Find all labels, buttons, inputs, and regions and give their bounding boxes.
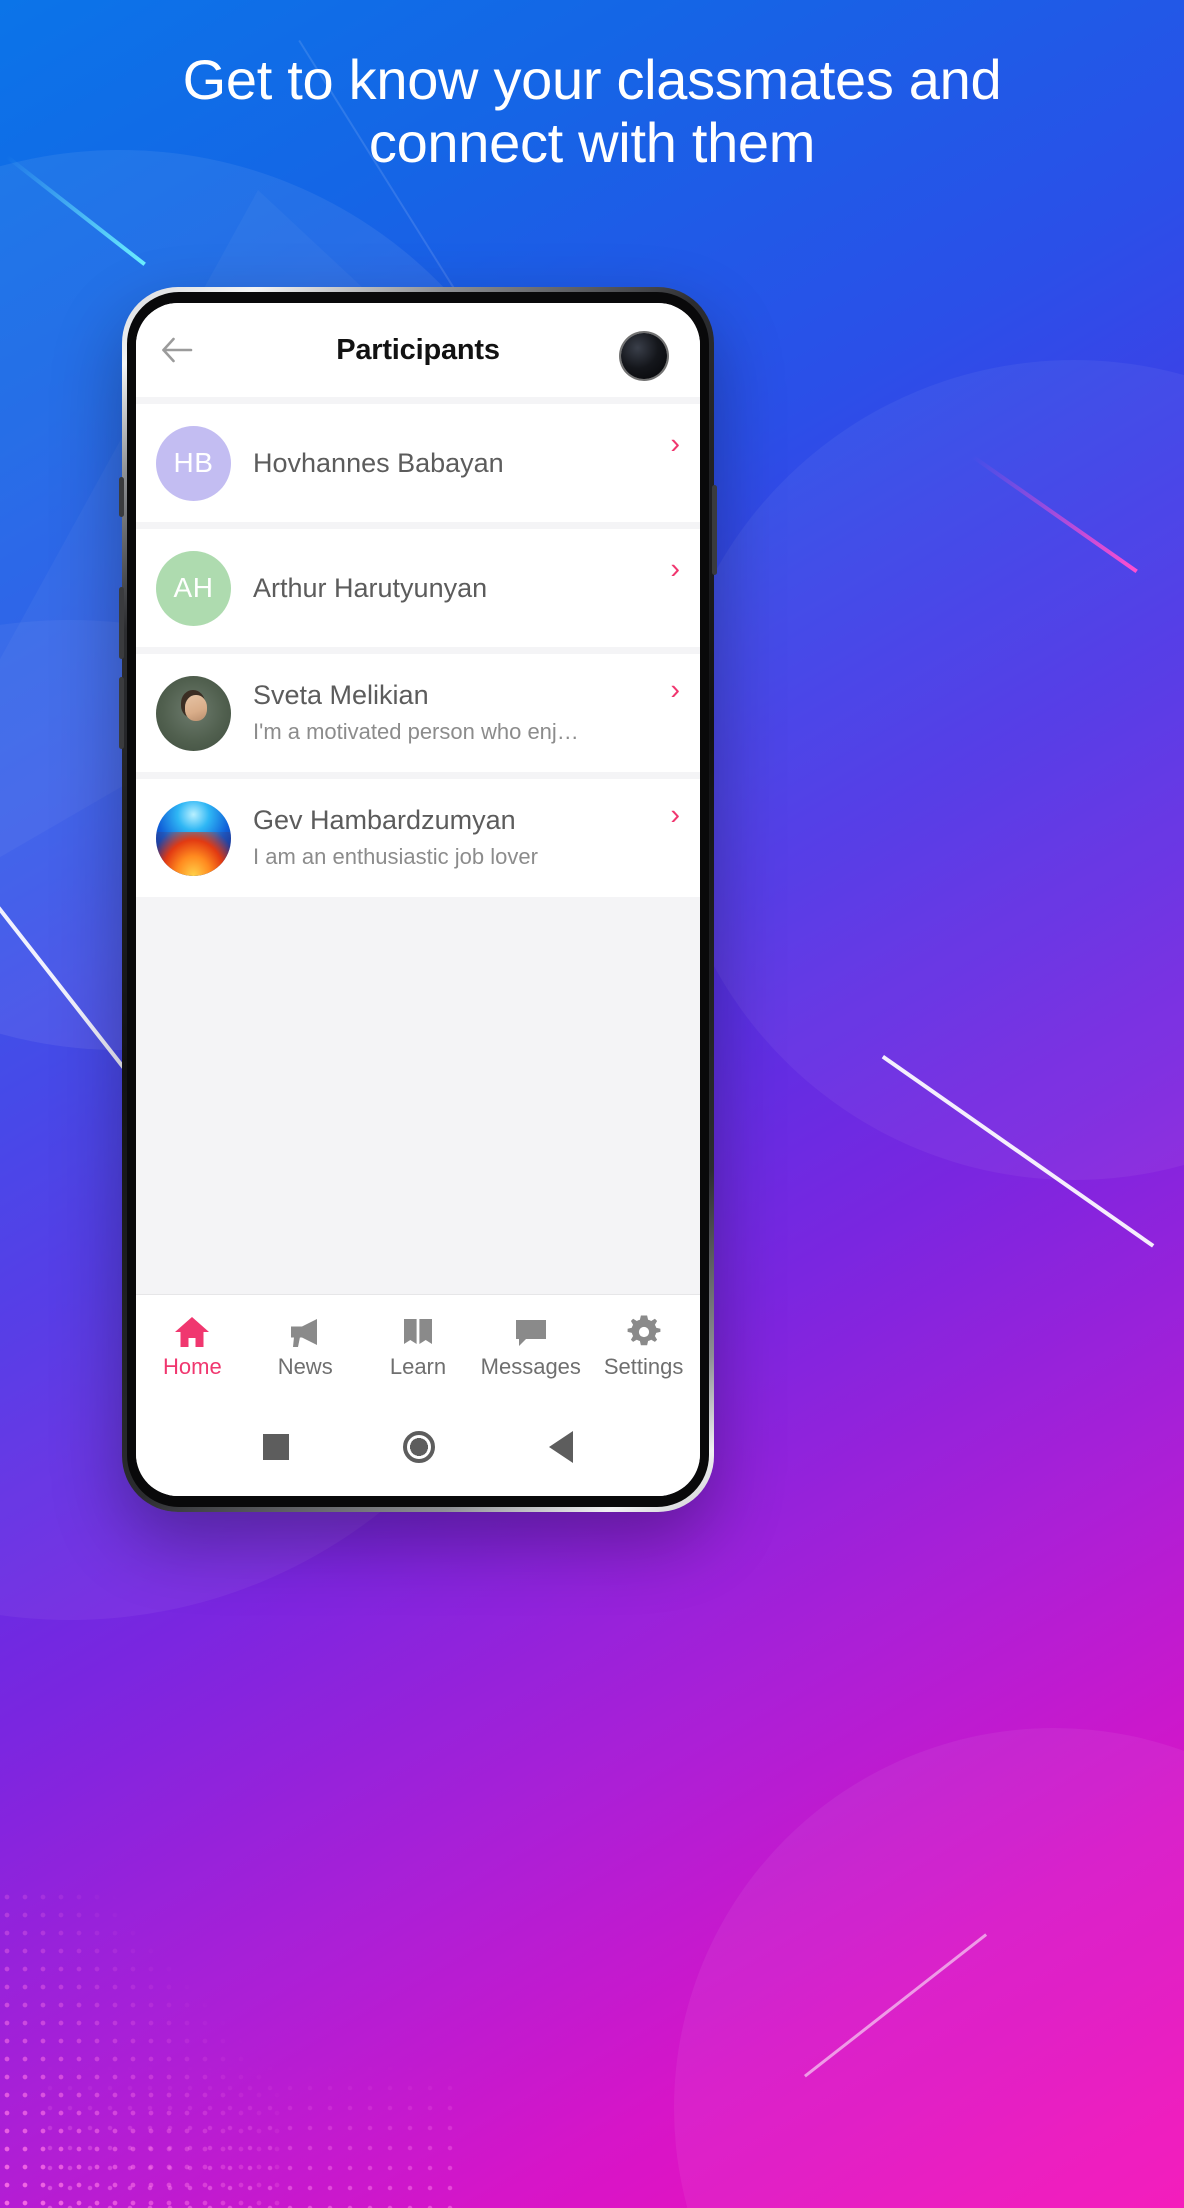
recents-square-icon [263, 1434, 289, 1460]
app-header: Participants [136, 303, 700, 397]
participant-subtitle: I am an enthusiastic job lover [253, 844, 538, 870]
megaphone-icon [287, 1315, 323, 1349]
promo-headline: Get to know your classmates and connect … [182, 48, 1002, 175]
nav-item-learn[interactable]: Learn [362, 1315, 475, 1378]
chat-icon [513, 1315, 549, 1349]
nav-label: Home [163, 1354, 222, 1379]
android-system-bar [136, 1398, 700, 1496]
list-item-text: Arthur Harutyunyan [253, 571, 678, 606]
bottom-navigation: Home News Learn Messages Settings [136, 1294, 700, 1398]
chevron-right-icon[interactable]: › [670, 801, 680, 830]
phone-button-volume-up[interactable] [119, 587, 124, 659]
back-button-system[interactable] [549, 1431, 573, 1463]
avatar: HB [156, 425, 231, 501]
nav-item-messages[interactable]: Messages [474, 1315, 587, 1378]
bg-streak-white-2 [881, 1055, 1155, 1248]
phone-bezel: Participants HB Hovhannes Babayan › AH A… [127, 292, 709, 1507]
promo-stage: Get to know your classmates and connect … [0, 0, 1184, 2208]
avatar [156, 675, 231, 751]
home-circle-icon [403, 1431, 435, 1463]
participant-name: Hovhannes Babayan [253, 447, 504, 478]
nav-label: Messages [480, 1354, 581, 1379]
bg-streak-white-1 [0, 855, 133, 1079]
list-item[interactable]: AH Arthur Harutyunyan › [136, 529, 700, 647]
participants-list[interactable]: HB Hovhannes Babayan › AH Arthur Harutyu… [136, 397, 700, 1294]
back-triangle-icon [549, 1431, 573, 1463]
chevron-right-icon[interactable]: › [670, 676, 680, 705]
bg-halftone-dots [0, 1888, 280, 2208]
home-icon [174, 1315, 210, 1349]
chevron-right-icon[interactable]: › [670, 430, 680, 459]
phone-button-bixby[interactable] [119, 477, 124, 517]
recents-button[interactable] [263, 1434, 289, 1460]
bg-circle-right [664, 360, 1184, 1180]
nav-label: News [277, 1354, 333, 1379]
home-button[interactable] [403, 1431, 435, 1463]
participant-name: Sveta Melikian [253, 679, 429, 710]
nav-item-home[interactable]: Home [136, 1315, 249, 1378]
participant-name: Arthur Harutyunyan [253, 572, 488, 603]
avatar-initials: HB [173, 447, 214, 478]
list-item[interactable]: Sveta Melikian I'm a motivated person wh… [136, 654, 700, 772]
nav-item-settings[interactable]: Settings [587, 1315, 700, 1378]
list-item-text: Sveta Melikian I'm a motivated person wh… [253, 678, 678, 748]
bg-circle-bottom-right [674, 1728, 1184, 2208]
avatar-initials: AH [173, 572, 214, 603]
page-title: Participants [336, 333, 500, 366]
avatar [156, 800, 231, 876]
phone-screen: Participants HB Hovhannes Babayan › AH A… [136, 303, 700, 1496]
chevron-right-icon[interactable]: › [670, 555, 680, 584]
list-item-text: Hovhannes Babayan [253, 446, 678, 481]
list-item[interactable]: HB Hovhannes Babayan › [136, 404, 700, 522]
bg-halftone-dots-wide [40, 2018, 460, 2208]
phone-button-volume-down[interactable] [119, 677, 124, 749]
avatar: AH [156, 550, 231, 626]
bg-streak-pink [971, 455, 1138, 573]
participant-subtitle: I'm a motivated person who enj… [253, 719, 579, 745]
nav-item-news[interactable]: News [249, 1315, 362, 1378]
bg-streak-white-3 [804, 1933, 988, 2078]
book-icon [401, 1315, 435, 1349]
front-camera-icon [621, 333, 667, 379]
phone-button-power[interactable] [712, 485, 717, 575]
nav-label: Settings [603, 1354, 684, 1379]
nav-label: Learn [389, 1354, 447, 1379]
participant-name: Gev Hambardzumyan [253, 804, 516, 835]
list-item-text: Gev Hambardzumyan I am an enthusiastic j… [253, 803, 678, 873]
phone-mockup: Participants HB Hovhannes Babayan › AH A… [119, 287, 717, 1512]
list-item[interactable]: Gev Hambardzumyan I am an enthusiastic j… [136, 779, 700, 897]
gear-icon [627, 1315, 661, 1349]
